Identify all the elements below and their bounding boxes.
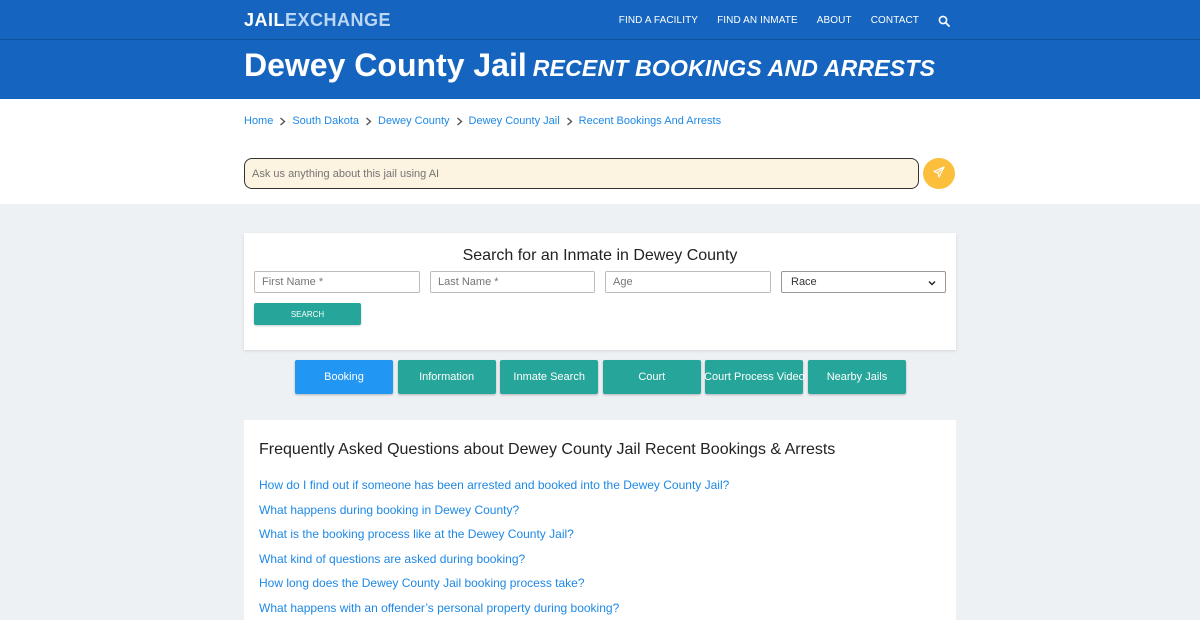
tab-inmate-search[interactable]: Inmate Search (500, 360, 599, 394)
main-nav: FIND A FACILITY FIND AN INMATE ABOUT CON… (600, 0, 950, 40)
chevron-right-icon (365, 116, 372, 126)
page-title-main: Dewey County Jail (244, 47, 527, 83)
send-icon (933, 165, 945, 183)
page-title-sub: RECENT BOOKINGS AND ARRESTS (532, 55, 936, 81)
ai-question-input[interactable] (244, 158, 919, 189)
tab-booking[interactable]: Booking (295, 360, 393, 394)
chevron-right-icon (279, 116, 286, 126)
nav-find-inmate[interactable]: FIND AN INMATE (717, 15, 798, 26)
breadcrumb-current[interactable]: Recent Bookings And Arrests (579, 115, 721, 127)
tab-nearby-jails[interactable]: Nearby Jails (807, 360, 906, 394)
faq-section: Frequently Asked Questions about Dewey C… (244, 420, 956, 620)
chevron-right-icon (566, 116, 573, 126)
faq-heading: Frequently Asked Questions about Dewey C… (259, 441, 836, 458)
tab-court-process-video[interactable]: Court Process Video (704, 360, 805, 394)
age-field[interactable] (605, 271, 771, 293)
breadcrumb-jail[interactable]: Dewey County Jail (469, 115, 560, 127)
first-name-field[interactable] (254, 271, 420, 293)
breadcrumb-state[interactable]: South Dakota (292, 115, 359, 127)
section-tabs: Booking Information Inmate Search Court … (295, 360, 911, 394)
search-icon[interactable] (938, 14, 950, 27)
faq-link[interactable]: What is the booking process like at the … (259, 527, 729, 552)
breadcrumb: Home South Dakota Dewey County Dewey Cou… (244, 115, 721, 127)
faq-link[interactable]: How long does the Dewey County Jail book… (259, 576, 729, 601)
faq-link[interactable]: What happens during booking in Dewey Cou… (259, 503, 729, 528)
page-title-banner: Dewey County Jail RECENT BOOKINGS AND ARR… (0, 40, 1200, 99)
top-navbar: JAILEXCHANGE FIND A FACILITY FIND AN INM… (0, 0, 1200, 40)
inmate-search-heading: Search for an Inmate in Dewey County (462, 247, 738, 264)
chevron-right-icon (456, 116, 463, 126)
faq-link[interactable]: How do I find out if someone has been ar… (259, 478, 729, 503)
tab-information[interactable]: Information (397, 360, 496, 394)
nav-find-facility[interactable]: FIND A FACILITY (619, 15, 698, 26)
page-title: Dewey County Jail RECENT BOOKINGS AND ARR… (244, 47, 935, 84)
nav-about[interactable]: ABOUT (817, 15, 852, 26)
race-select-value: Race (791, 276, 817, 288)
ai-send-button[interactable] (923, 158, 955, 189)
tab-court[interactable]: Court (602, 360, 701, 394)
search-button[interactable]: SEARCH (254, 303, 361, 325)
breadcrumb-county[interactable]: Dewey County (378, 115, 450, 127)
faq-list: How do I find out if someone has been ar… (259, 478, 729, 626)
faq-link[interactable]: What kind of questions are asked during … (259, 552, 729, 577)
faq-link[interactable]: What happens with an offender’s personal… (259, 601, 729, 626)
logo-text-jail: JAIL (244, 10, 286, 30)
nav-contact[interactable]: CONTACT (871, 15, 919, 26)
last-name-field[interactable] (430, 271, 595, 293)
logo-text-exchange: EXCHANGE (285, 10, 392, 30)
site-logo[interactable]: JAILEXCHANGE (244, 10, 391, 31)
breadcrumb-home[interactable]: Home (244, 115, 273, 127)
race-select[interactable]: Race (781, 271, 946, 293)
inmate-search-panel: Search for an Inmate in Dewey County Rac… (244, 233, 956, 350)
chevron-down-icon (928, 278, 936, 286)
